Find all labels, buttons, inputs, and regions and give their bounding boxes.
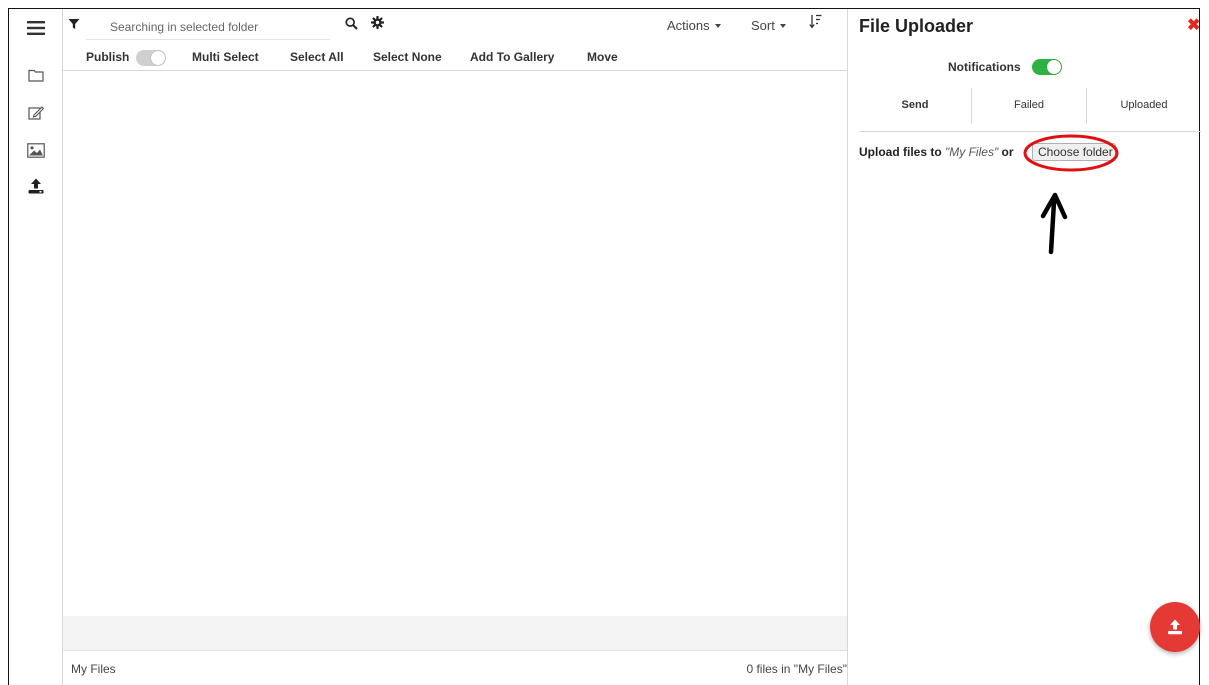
chevron-down-icon (714, 24, 721, 28)
footer-divider (63, 650, 847, 651)
footer-band (63, 616, 847, 650)
upload-or: or (998, 145, 1014, 159)
folder-icon[interactable] (26, 65, 46, 85)
select-all-button[interactable]: Select All (290, 50, 344, 64)
upload-fab-button[interactable] (1150, 602, 1200, 652)
tab-uploaded[interactable]: Uploaded (1087, 99, 1201, 111)
menu-icon[interactable] (26, 18, 46, 38)
sort-order-icon[interactable] (809, 14, 823, 30)
highlight-ellipse (1023, 134, 1119, 172)
annotation-overlay (1023, 134, 1119, 255)
upload-prefix: Upload files to (859, 145, 946, 159)
footer-file-count: 0 files in "My Files" (746, 662, 847, 676)
actions-menu[interactable]: Actions (667, 18, 721, 33)
upload-target: "My Files" (945, 145, 999, 159)
notifications-toggle[interactable] (1032, 59, 1062, 75)
sort-menu[interactable]: Sort (751, 18, 786, 33)
panel-divider (847, 9, 848, 685)
add-to-gallery-button[interactable]: Add To Gallery (470, 50, 554, 64)
upload-fab-icon (1168, 619, 1182, 635)
sort-label: Sort (751, 18, 775, 33)
notifications-toggle-knob (1047, 60, 1061, 74)
actions-label: Actions (667, 18, 710, 33)
publish-label: Publish (86, 50, 130, 64)
search-input[interactable] (86, 14, 330, 40)
upload-icon[interactable] (26, 176, 46, 196)
edit-icon[interactable] (26, 103, 46, 123)
panel-title: File Uploader (859, 16, 974, 36)
pointer-arrow-shaft (1048, 199, 1057, 255)
file-list-area[interactable] (63, 71, 847, 616)
multi-select-button[interactable]: Multi Select (192, 50, 259, 64)
upload-instructions: Upload files to "My Files" or (859, 145, 1014, 159)
close-icon[interactable]: ✖ (1187, 15, 1200, 35)
publish-toggle[interactable] (136, 50, 166, 66)
filter-icon[interactable] (68, 17, 82, 31)
search-icon[interactable] (345, 17, 359, 31)
publish-toggle-knob (151, 51, 165, 65)
gear-icon[interactable] (371, 16, 385, 30)
move-button[interactable]: Move (587, 50, 618, 64)
chevron-down-icon (779, 24, 786, 28)
select-none-button[interactable]: Select None (373, 50, 442, 64)
footer-location: My Files (71, 662, 116, 676)
tab-send[interactable]: Send (859, 99, 971, 111)
notifications-label: Notifications (948, 60, 1021, 74)
tab-failed[interactable]: Failed (972, 99, 1086, 111)
image-icon[interactable] (26, 140, 46, 160)
